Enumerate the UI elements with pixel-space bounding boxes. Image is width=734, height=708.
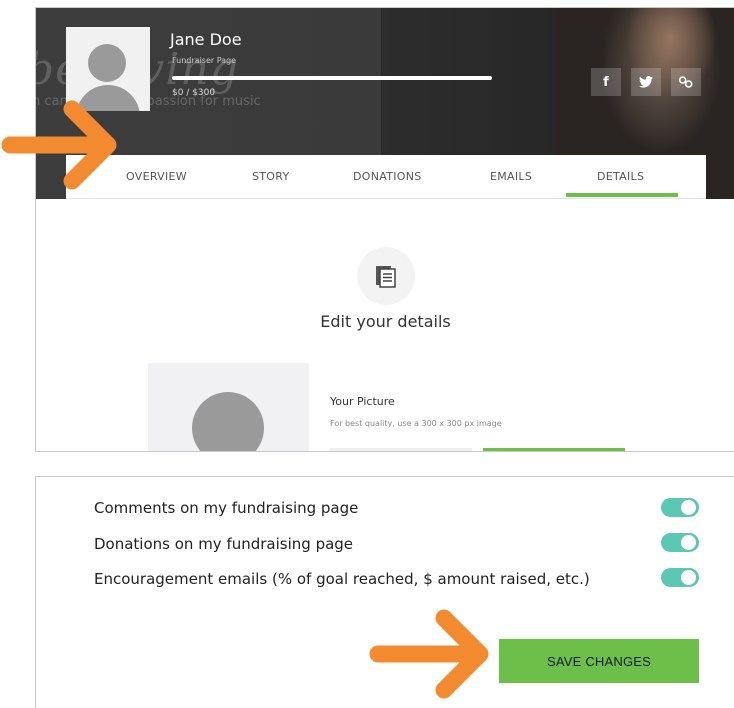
arrow-right-icon-bottom <box>369 609 489 699</box>
tab-story[interactable]: STORY <box>252 170 290 183</box>
document-stack-icon <box>376 266 396 288</box>
toggle-knob <box>681 535 696 550</box>
avatar-placeholder-icon <box>192 392 264 451</box>
twitter-icon <box>639 76 653 88</box>
donations-toggle[interactable] <box>661 533 699 552</box>
facebook-share-button[interactable]: f <box>591 68 621 96</box>
picture-upload-button[interactable] <box>483 448 625 451</box>
edit-details-title: Edit your details <box>320 312 451 331</box>
tab-bar: OVERVIEW STORY DONATIONS EMAILS DETAILS <box>66 155 706 199</box>
picture-hint: For best quality, use a 300 x 300 px ima… <box>330 419 502 428</box>
tab-details[interactable]: DETAILS <box>597 170 644 183</box>
fundraiser-subtitle: Fundraiser Page <box>172 56 237 65</box>
save-changes-button[interactable]: SAVE CHANGES <box>499 639 699 683</box>
arrow-right-icon-top <box>1 100 117 190</box>
picture-title: Your Picture <box>330 395 395 408</box>
encouragement-toggle[interactable] <box>661 568 699 587</box>
tab-overview[interactable]: OVERVIEW <box>126 170 187 183</box>
picture-secondary-button[interactable] <box>330 448 472 451</box>
setting-donations-label: Donations on my fundraising page <box>94 535 354 553</box>
facebook-icon: f <box>603 74 609 90</box>
copy-link-button[interactable] <box>671 68 701 96</box>
tab-emails[interactable]: EMAILS <box>490 170 532 183</box>
toggle-knob <box>681 500 696 515</box>
amount-raised: $0 / $300 <box>172 88 216 98</box>
setting-encouragement-label: Encouragement emails (% of goal reached,… <box>94 570 590 588</box>
avatar-head-icon <box>88 44 126 82</box>
edit-details-icon-circle <box>357 247 415 305</box>
link-icon <box>678 76 693 88</box>
fundraiser-page-panel: believing n can pursue her passion for m… <box>35 7 734 452</box>
toggle-knob <box>681 570 696 585</box>
comments-toggle[interactable] <box>661 498 699 517</box>
picture-preview[interactable] <box>148 363 309 451</box>
setting-comments-label: Comments on my fundraising page <box>94 499 359 517</box>
active-tab-indicator <box>566 193 678 197</box>
fundraiser-name: Jane Doe <box>170 30 242 49</box>
progress-bar <box>172 76 492 80</box>
twitter-share-button[interactable] <box>631 68 661 96</box>
tab-donations[interactable]: DONATIONS <box>353 170 422 183</box>
